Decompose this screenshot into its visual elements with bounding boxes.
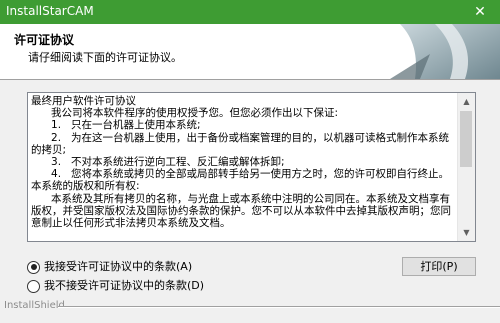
decline-radio[interactable] (27, 279, 40, 293)
window-title: InstallStarCAM (6, 4, 94, 18)
header-panel: 许可证协议 请仔细阅读下面的许可证协议。 (0, 24, 500, 79)
license-text: 最终用户软件许可协议 我公司将本软件程序的使用权授予您。但您必须作出以下保证: … (31, 95, 456, 229)
license-line: 1. 只在一台机器上使用本系统; (31, 119, 201, 132)
decline-label: 我不接受许可证协议中的条款(D) (44, 279, 205, 292)
license-line: 2. 为在这一台机器上使用，出于备份或档案管理的目的，以机器可读格式制作本系统的… (31, 131, 450, 156)
installshield-brand: InstallShield (4, 300, 65, 311)
license-line: 本系统的版权和所有权: (31, 180, 140, 193)
license-line: 4. 您将本系统或拷贝的全部或局部转手给另一使用方之时，您的许可权即自行终止。 (31, 168, 450, 181)
license-scrollbar[interactable]: ▲ ▼ (457, 93, 475, 241)
license-line: 我公司将本软件程序的使用权授予您。但您必须作出以下保证: (31, 107, 339, 120)
print-button[interactable]: 打印(P) (402, 257, 476, 276)
decline-radio-option[interactable]: 我不接受许可证协议中的条款(D) (27, 277, 204, 293)
scroll-down-icon[interactable]: ▼ (458, 224, 475, 241)
accept-label: 我接受许可证协议中的条款(A) (44, 260, 193, 273)
license-text-box[interactable]: 最终用户软件许可协议 我公司将本软件程序的使用权授予您。但您必须作出以下保证: … (27, 92, 476, 242)
close-icon[interactable]: ✕ (460, 0, 500, 24)
page-title: 许可证协议 (14, 33, 75, 47)
license-line: 3. 不对本系统进行逆向工程、反汇编或解体拆卸; (31, 156, 285, 169)
header-divider (0, 79, 500, 80)
installer-graphic-icon (390, 24, 500, 79)
title-bar: InstallStarCAM ✕ (0, 0, 500, 24)
accept-radio[interactable] (27, 260, 40, 274)
license-line: 最终用户软件许可协议 (31, 95, 136, 107)
scroll-thumb[interactable] (460, 111, 472, 167)
footer-divider-highlight (58, 307, 500, 308)
scroll-up-icon[interactable]: ▲ (458, 93, 475, 110)
license-line: 本系统及其所有拷贝的名称，与光盘上或本系统中注明的公司同在。本系统及文档享有版权… (31, 192, 451, 230)
page-subtitle: 请仔细阅读下面的许可证协议。 (28, 51, 182, 64)
accept-radio-option[interactable]: 我接受许可证协议中的条款(A) (27, 258, 192, 274)
